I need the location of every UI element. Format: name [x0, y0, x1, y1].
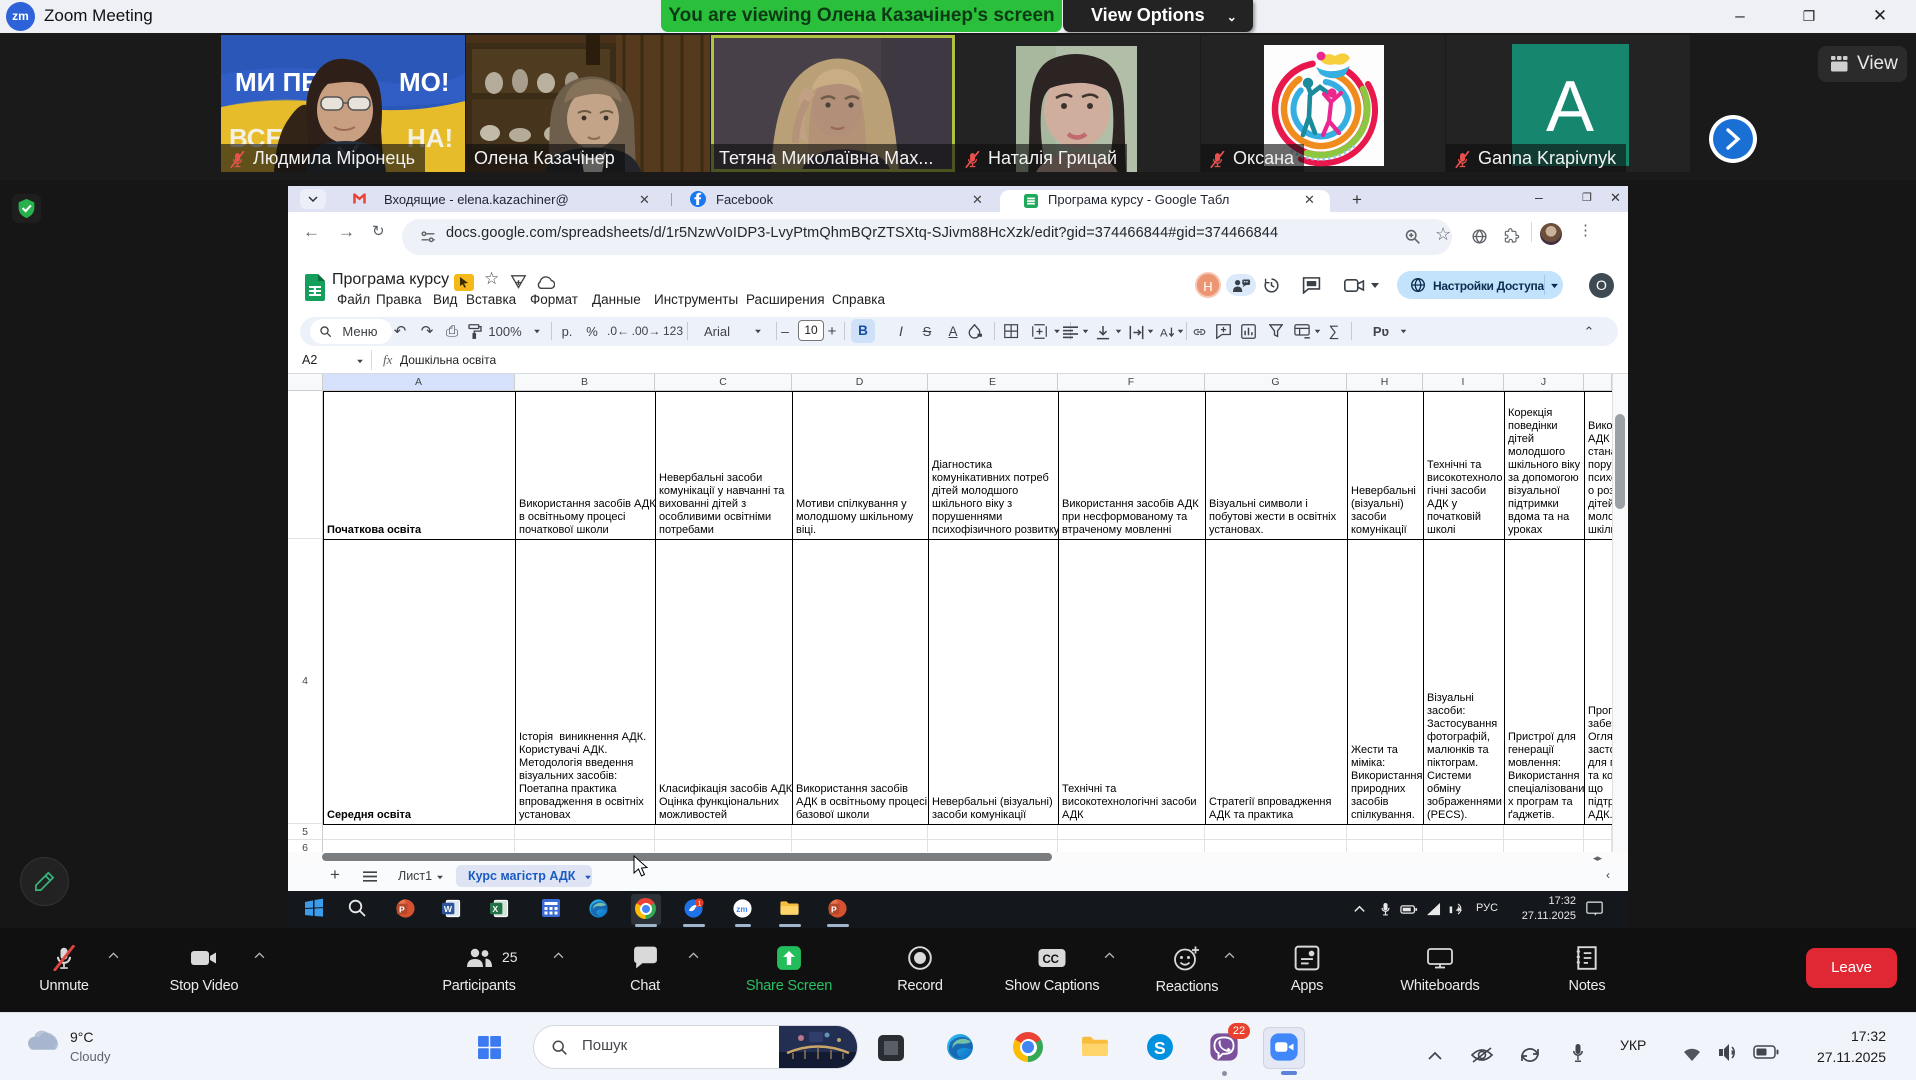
svg-text:X: X [492, 904, 498, 914]
svg-text:P: P [831, 904, 837, 914]
svg-text:W: W [444, 904, 453, 914]
svg-text:S: S [1154, 1038, 1166, 1058]
svg-text:МО!: МО! [399, 67, 450, 97]
svg-text:A: A [1546, 67, 1594, 147]
svg-text:CC: CC [1043, 954, 1059, 966]
svg-text:1: 1 [698, 901, 702, 908]
svg-text:P: P [399, 904, 405, 914]
svg-text:zm: zm [736, 905, 747, 914]
svg-text:A: A [1160, 327, 1168, 339]
